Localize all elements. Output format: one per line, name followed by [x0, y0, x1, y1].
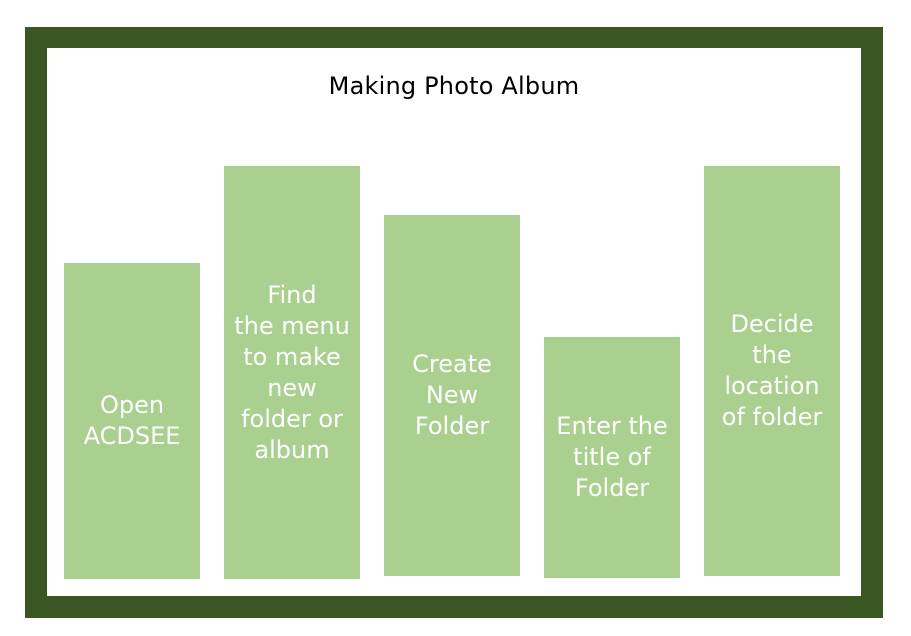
step-box-decide-location: Decide the location of folder [704, 166, 840, 576]
step-label: Find the menu to make new folder or albu… [234, 280, 350, 464]
diagram-title: Making Photo Album [328, 72, 580, 100]
step-box-create-folder: Create New Folder [384, 215, 520, 576]
step-label: Create New Folder [412, 350, 492, 440]
step-label: Decide the location of folder [721, 310, 823, 431]
step-box-open-acdsee: Open ACDSEE [64, 263, 200, 579]
step-box-enter-title: Enter the title of Folder [544, 337, 680, 578]
step-box-find-menu: Find the menu to make new folder or albu… [224, 166, 360, 579]
step-label: Open ACDSEE [83, 391, 181, 450]
step-label: Enter the title of Folder [556, 412, 668, 502]
